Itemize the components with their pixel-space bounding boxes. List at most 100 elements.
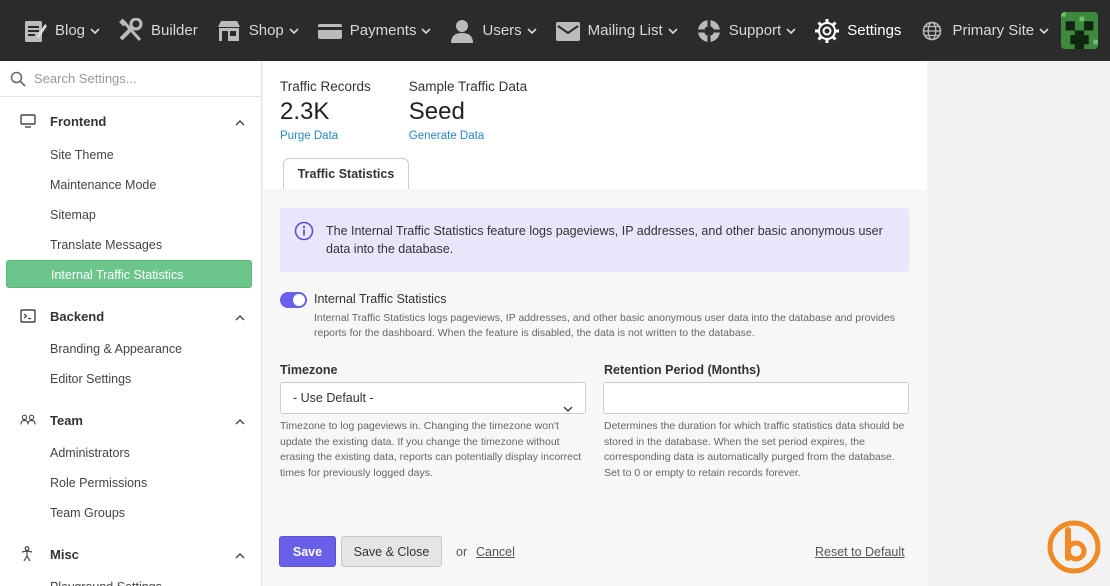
settings-sidebar: Frontend Site Theme Maintenance Mode Sit… — [0, 61, 262, 586]
sidebar-item-translate-messages[interactable]: Translate Messages — [0, 230, 261, 260]
nav-shop-label: Shop — [248, 22, 284, 39]
support-icon — [696, 18, 722, 44]
chevron-down-icon — [90, 26, 100, 36]
settings-panel: The Internal Traffic Statistics feature … — [263, 189, 927, 586]
cancel-link[interactable]: Cancel — [476, 545, 515, 559]
search-icon — [10, 71, 26, 87]
tab-traffic-statistics[interactable]: Traffic Statistics — [283, 158, 409, 189]
mailing-list-icon — [555, 18, 581, 44]
brand-logo-icon[interactable] — [1047, 520, 1101, 574]
sidebar-group-team: Team Administrators Role Permissions Tea… — [0, 408, 261, 528]
sidebar-group-label: Backend — [50, 308, 105, 324]
save-and-close-button[interactable]: Save & Close — [341, 536, 442, 567]
info-notice-text: The Internal Traffic Statistics feature … — [326, 224, 883, 256]
purge-data-link[interactable]: Purge Data — [280, 130, 371, 142]
sidebar-item-editor-settings[interactable]: Editor Settings — [0, 364, 261, 394]
sidebar-group-label: Misc — [50, 546, 79, 562]
nav-primary-site-label: Primary Site — [952, 22, 1035, 39]
chevron-down-icon — [289, 26, 299, 36]
nav-settings[interactable]: Settings — [805, 0, 910, 61]
stats-row: Traffic Records 2.3K Purge Data Sample T… — [280, 79, 565, 142]
retention-period-help: Determines the duration for which traffi… — [604, 420, 905, 479]
timezone-select[interactable]: - Use Default - — [280, 382, 586, 414]
sidebar-item-internal-traffic-statistics[interactable]: Internal Traffic Statistics — [6, 260, 252, 288]
stat-label: Sample Traffic Data — [408, 79, 528, 94]
nav-mailing-list-label: Mailing List — [587, 22, 663, 39]
sidebar-item-branding-appearance[interactable]: Branding & Appearance — [0, 334, 261, 364]
chevron-down-icon — [421, 26, 432, 36]
settings-search — [0, 61, 261, 97]
nav-shop[interactable]: Shop — [207, 0, 308, 61]
toggle-description: Internal Traffic Statistics logs pagevie… — [314, 312, 895, 339]
sidebar-group-backend-header[interactable]: Backend — [0, 304, 261, 328]
sidebar-group-label: Team — [50, 412, 83, 428]
chevron-up-icon — [235, 311, 245, 321]
sidebar-item-maintenance-mode[interactable]: Maintenance Mode — [0, 170, 261, 200]
chevron-up-icon — [235, 549, 245, 559]
toggle-knob — [293, 294, 305, 306]
chevron-down-icon — [668, 26, 678, 36]
sidebar-item-team-groups[interactable]: Team Groups — [0, 498, 261, 528]
nav-support-label: Support — [728, 22, 782, 39]
sidebar-item-sitemap[interactable]: Sitemap — [0, 200, 261, 230]
stat-value: 2.3K — [280, 98, 330, 125]
retention-period-label: Retention Period (Months) — [604, 363, 761, 377]
nav-payments[interactable]: Payments — [308, 0, 441, 61]
shop-icon — [216, 18, 242, 44]
sidebar-item-site-theme[interactable]: Site Theme — [0, 140, 261, 170]
sidebar-group-misc: Misc Playground Settings — [0, 542, 261, 586]
nav-settings-label: Settings — [847, 22, 902, 39]
chevron-down-icon — [527, 26, 537, 36]
timezone-selected-value: - Use Default - — [293, 391, 374, 405]
generate-data-link[interactable]: Generate Data — [409, 130, 527, 142]
chevron-down-icon — [786, 26, 796, 36]
retention-period-input[interactable] — [603, 382, 909, 414]
main-content: Traffic Records 2.3K Purge Data Sample T… — [263, 61, 927, 586]
terminal-icon — [20, 308, 36, 324]
chevron-up-icon — [235, 415, 245, 425]
user-avatar[interactable] — [1061, 12, 1098, 49]
users-icon — [449, 18, 475, 44]
nav-users[interactable]: Users — [440, 0, 545, 61]
sidebar-group-frontend-header[interactable]: Frontend — [0, 109, 261, 133]
sidebar-group-misc-header[interactable]: Misc — [0, 542, 261, 566]
nav-primary-site[interactable]: Primary Site — [910, 0, 1058, 61]
nav-support[interactable]: Support — [687, 0, 806, 61]
gear-icon — [814, 18, 840, 44]
stat-label: Traffic Records — [280, 79, 371, 94]
nav-blog[interactable]: Blog — [0, 0, 109, 61]
nav-users-label: Users — [482, 22, 522, 39]
team-icon — [20, 412, 36, 428]
or-text: or — [456, 545, 468, 559]
save-button[interactable]: Save — [279, 536, 336, 567]
sidebar-group-backend: Backend Branding & Appearance Editor Set… — [0, 304, 261, 394]
sidebar-group-team-header[interactable]: Team — [0, 408, 261, 432]
search-settings-input[interactable] — [34, 71, 234, 86]
nav-payments-label: Payments — [349, 22, 417, 39]
nav-builder-label: Builder — [151, 22, 198, 39]
sidebar-item-playground-settings[interactable]: Playground Settings — [0, 572, 261, 586]
right-empty-area — [927, 61, 1110, 586]
sidebar-item-role-permissions[interactable]: Role Permissions — [0, 468, 261, 498]
top-navigation-bar: Blog Builder Shop Payments Users Mailing… — [0, 0, 1110, 61]
info-notice: The Internal Traffic Statistics feature … — [280, 208, 909, 272]
reset-to-default-link[interactable]: Reset to Default — [815, 545, 905, 559]
payments-icon — [317, 18, 343, 44]
figure-icon — [20, 546, 36, 562]
nav-mailing-list[interactable]: Mailing List — [546, 0, 687, 61]
sidebar-group-label: Frontend — [50, 113, 107, 129]
builder-icon — [118, 17, 144, 44]
stat-sample-traffic-data: Sample Traffic Data Seed Generate Data — [409, 79, 527, 142]
timezone-help: Timezone to log pageviews in. Changing t… — [280, 420, 582, 479]
blog-icon — [22, 18, 48, 44]
nav-builder[interactable]: Builder — [109, 0, 207, 61]
traffic-statistics-toggle[interactable] — [280, 292, 307, 308]
stat-traffic-records: Traffic Records 2.3K Purge Data — [280, 79, 371, 142]
sidebar-group-frontend: Frontend Site Theme Maintenance Mode Sit… — [0, 109, 261, 288]
globe-icon — [919, 18, 945, 44]
sidebar-item-administrators[interactable]: Administrators — [0, 438, 261, 468]
nav-blog-label: Blog — [55, 22, 86, 39]
info-icon — [294, 221, 314, 241]
timezone-label: Timezone — [280, 363, 338, 377]
toggle-label: Internal Traffic Statistics — [314, 292, 447, 306]
